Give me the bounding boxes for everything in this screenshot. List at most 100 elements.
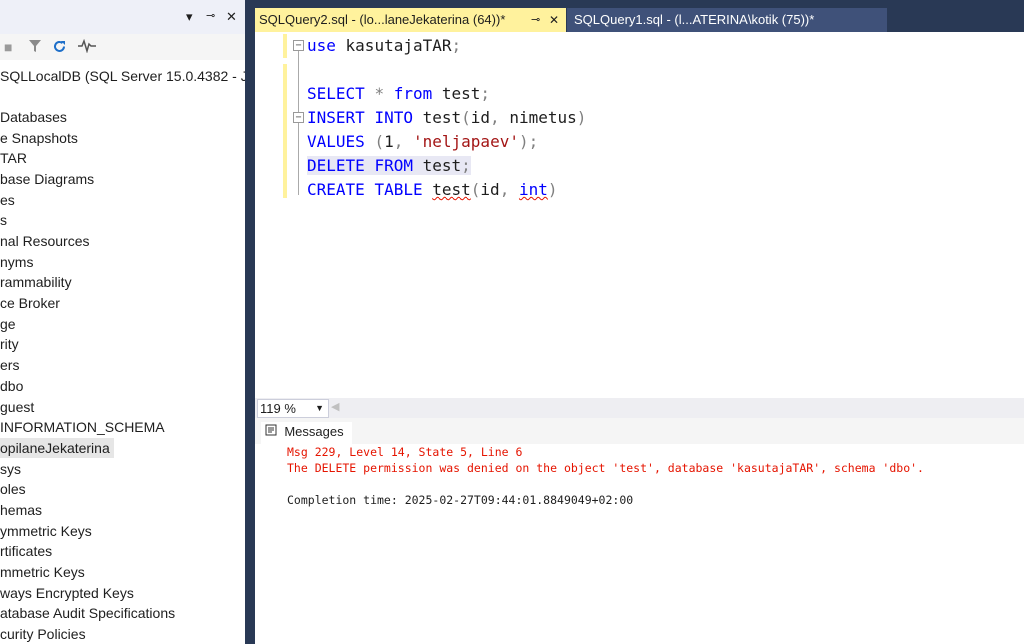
object-explorer-header: ▾ ⊸ ✕ — [0, 0, 245, 34]
chevron-down-icon: ▼ — [315, 403, 324, 413]
code-token: ); — [518, 132, 539, 151]
code-token: CREATE — [307, 180, 365, 199]
code-token: ) — [547, 180, 558, 199]
messages-pane: Msg 229, Level 14, State 5, Line 6 The DE… — [255, 444, 1024, 644]
tree-item[interactable]: ways Encrypted Keys — [0, 583, 134, 603]
code-token: id — [480, 180, 500, 199]
editor-status-bar: 119 % ▼ ◀ — [255, 398, 1024, 418]
code-token: ( — [470, 180, 481, 199]
scroll-left-icon[interactable]: ◀ — [331, 400, 339, 413]
code-token: ( — [461, 108, 471, 127]
tree-item[interactable]: es — [0, 190, 15, 210]
tree-item[interactable]: s — [0, 210, 7, 230]
tree-item[interactable]: atabase Audit Specifications — [0, 603, 175, 623]
window-position-dropdown-icon[interactable]: ▾ — [186, 9, 193, 25]
filter-icon[interactable] — [28, 39, 42, 56]
fold-guide — [298, 51, 299, 195]
tree-item[interactable]: INFORMATION_SCHEMA — [0, 417, 165, 437]
error-message-line: Msg 229, Level 14, State 5, Line 6 — [287, 445, 523, 459]
code-token: int — [518, 180, 548, 199]
tree-item[interactable]: ge — [0, 314, 16, 334]
object-explorer-toolbar: ■ — [0, 34, 245, 60]
tree-item[interactable]: opilaneJekaterina — [0, 438, 114, 458]
code-token: TABLE — [374, 180, 423, 199]
code-token: test — [412, 108, 462, 127]
code-line-content: VALUES (1, 'neljapaev'); — [307, 132, 538, 151]
code-token: SELECT — [307, 84, 365, 103]
code-token: , — [393, 132, 404, 151]
close-panel-icon[interactable]: ✕ — [226, 9, 237, 25]
close-tab-icon[interactable]: ✕ — [549, 8, 559, 32]
code-token: INSERT — [307, 108, 365, 127]
stop-icon[interactable]: ■ — [4, 39, 12, 55]
code-line[interactable]: CREATE TABLE test(id, int) — [307, 178, 558, 202]
messages-icon — [265, 424, 280, 439]
tree-item[interactable]: TAR — [0, 148, 27, 168]
code-token: VALUES — [307, 132, 365, 151]
tab-sqlquery1[interactable]: SQLQuery1.sql - (l...ATERINA\kotik (75))… — [567, 8, 887, 32]
code-token: kasutajaTAR — [335, 36, 452, 55]
tab-label: SQLQuery2.sql - (lo...laneJekaterina (64… — [259, 12, 506, 27]
code-token: , — [499, 180, 510, 199]
code-token: 1 — [384, 132, 394, 151]
message-line: Completion time: 2025-02-27T09:44:01.884… — [287, 493, 634, 507]
fold-toggle-icon[interactable]: − — [293, 112, 304, 123]
code-token: ) — [576, 108, 587, 127]
activity-monitor-icon[interactable] — [78, 38, 96, 56]
tree-item[interactable]: sys — [0, 459, 21, 479]
saved-change-marker — [283, 34, 287, 58]
tree-item[interactable]: rammability — [0, 272, 72, 292]
tree-item[interactable]: ymmetric Keys — [0, 521, 92, 541]
tree-item[interactable]: oles — [0, 479, 26, 499]
code-line[interactable]: DELETE FROM test; — [307, 154, 471, 178]
tree-item[interactable]: ers — [0, 355, 19, 375]
code-line[interactable]: SELECT * from test; — [307, 82, 490, 106]
code-line[interactable]: INSERT INTO test(id, nimetus) — [307, 106, 586, 130]
zoom-value: 119 % — [260, 401, 296, 416]
code-line-content: CREATE TABLE test(id, int) — [307, 180, 558, 199]
code-line-content: DELETE FROM test; — [307, 156, 471, 175]
tab-messages-label: Messages — [284, 424, 344, 439]
tab-messages[interactable]: Messages — [261, 422, 352, 444]
tab-sqlquery2[interactable]: SQLQuery2.sql - (lo...laneJekaterina (64… — [255, 8, 566, 32]
code-token: use — [307, 36, 336, 55]
tree-item[interactable]: base Diagrams — [0, 169, 94, 189]
tree-item[interactable]: dbo — [0, 376, 23, 396]
code-token: ; — [480, 84, 491, 103]
tree-server-node[interactable]: SQLLocalDB (SQL Server 15.0.4382 - JEK — [0, 66, 245, 86]
zoom-select[interactable]: 119 % ▼ — [257, 399, 329, 418]
error-message-line: The DELETE permission was denied on the … — [287, 461, 924, 475]
tree-item[interactable]: Databases — [0, 107, 67, 127]
code-token: ; — [461, 156, 471, 175]
code-line[interactable]: VALUES (1, 'neljapaev'); — [307, 130, 538, 154]
pin-tab-icon[interactable]: ⊸ — [531, 8, 540, 32]
code-token: id — [470, 108, 491, 127]
fold-toggle-icon[interactable]: − — [293, 40, 304, 51]
tree-item[interactable]: rity — [0, 334, 19, 354]
tree-item[interactable]: rtificates — [0, 541, 52, 561]
tree-item[interactable]: guest — [0, 397, 34, 417]
query-editor[interactable]: − − use kasutajaTAR; SELECT * from test; I… — [255, 32, 1024, 398]
code-line[interactable]: use kasutajaTAR; — [307, 34, 461, 58]
refresh-icon[interactable] — [52, 39, 67, 57]
tree-item[interactable]: nyms — [0, 252, 33, 272]
code-token: INTO — [374, 108, 413, 127]
code-token: 'neljapaev' — [413, 132, 519, 151]
tree-item[interactable]: e Snapshots — [0, 128, 78, 148]
tree-item[interactable]: curity Policies — [0, 624, 86, 644]
tree-item[interactable]: mmetric Keys — [0, 562, 85, 582]
auto-hide-pin-icon[interactable]: ⊸ — [206, 9, 215, 22]
results-tab-bar: Messages — [255, 418, 1024, 444]
code-token: test — [412, 156, 462, 175]
tree-item[interactable]: nal Resources — [0, 231, 90, 251]
tree-item[interactable]: ce Broker — [0, 293, 60, 313]
code-line-content: use kasutajaTAR; — [307, 36, 461, 55]
code-token: ( — [374, 132, 385, 151]
panel-splitter[interactable] — [245, 0, 255, 644]
code-token: FROM — [374, 156, 413, 175]
code-token: test — [432, 84, 481, 103]
tree-item[interactable]: hemas — [0, 500, 42, 520]
